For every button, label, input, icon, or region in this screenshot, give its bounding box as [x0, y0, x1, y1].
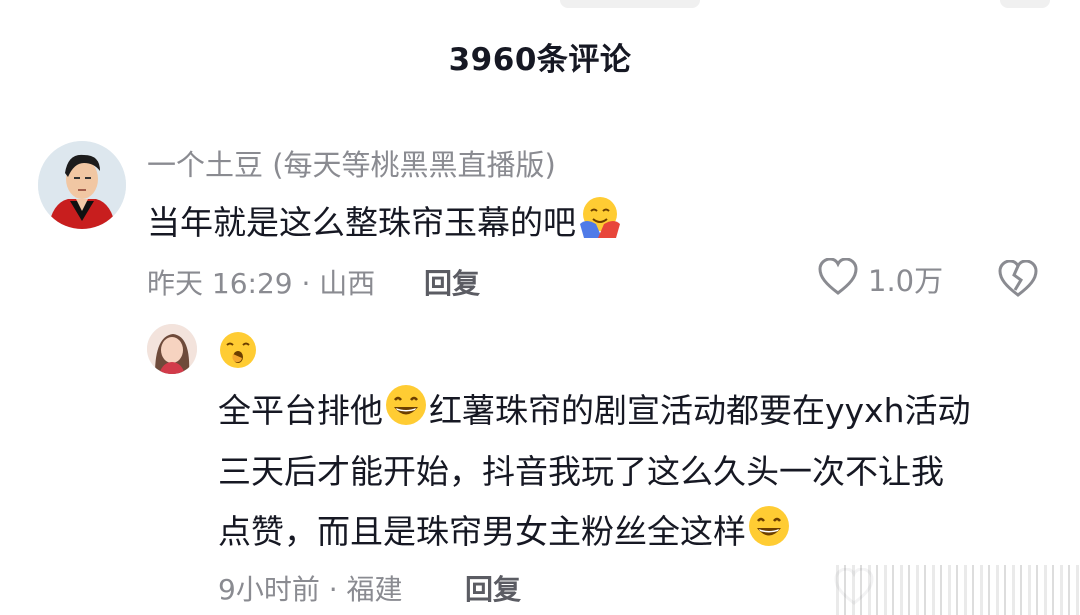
reply-meta: 9小时前 · 福建	[218, 573, 403, 606]
comment-username[interactable]: 一个土豆 (每天等桃黑黑直播版)	[147, 142, 556, 184]
yawn-face-emoji	[218, 330, 258, 374]
comment-meta: 昨天 16:29 · 山西	[147, 267, 376, 300]
like-count: 1.0万	[868, 264, 944, 298]
top-sheet-edge	[0, 0, 1080, 24]
avatar[interactable]	[38, 141, 126, 229]
comment-count-title: 3960条评论	[448, 42, 632, 78]
reply-text-line-1: 全平台排他 红薯珠帘的剧宣活动都要在yyxh活动	[218, 380, 971, 447]
reply-reply-button[interactable]: 回复	[465, 568, 521, 608]
comment-text: 当年就是这么整珠帘玉幕的吧	[147, 192, 622, 259]
watermark	[830, 565, 1080, 615]
reply-button[interactable]: 回复	[424, 262, 480, 302]
reply-text-line-2: 三天后才能开始，抖音我玩了这么久头一次不让我	[218, 452, 944, 491]
heart-icon	[818, 257, 858, 300]
comment-text-body: 当年就是这么整珠帘玉幕的吧	[147, 203, 576, 242]
like-button[interactable]: 1.0万	[818, 257, 944, 300]
reply-text-line-3: 点赞，而且是珠帘男女主粉丝全这样	[218, 501, 792, 568]
grin-face-emoji	[746, 503, 792, 568]
dislike-icon[interactable]	[998, 259, 1038, 302]
grin-face-emoji	[383, 382, 429, 447]
reply-avatar[interactable]	[147, 324, 197, 374]
hug-face-emoji	[576, 194, 622, 259]
